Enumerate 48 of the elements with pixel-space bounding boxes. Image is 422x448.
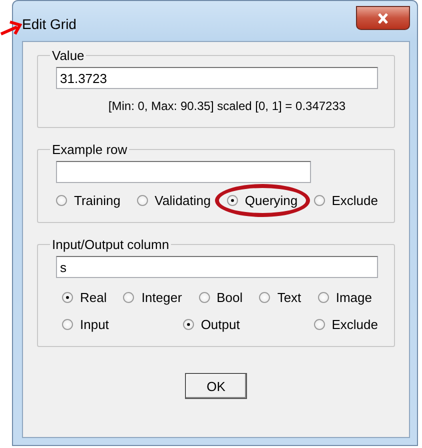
group-title: Value bbox=[51, 48, 86, 63]
radio-option[interactable]: Real bbox=[62, 290, 107, 305]
radio-label: Input bbox=[80, 317, 109, 332]
radio-label: Integer bbox=[141, 290, 182, 305]
ok-button[interactable]: OK bbox=[185, 373, 247, 399]
value-field[interactable]: 31.3723 bbox=[56, 67, 378, 89]
radio-option[interactable]: Integer bbox=[123, 290, 182, 305]
radio-button[interactable] bbox=[182, 319, 194, 330]
close-icon bbox=[377, 12, 389, 24]
radio-option[interactable]: Output bbox=[182, 317, 240, 332]
radio-label: Output bbox=[200, 317, 240, 332]
group-title: Input/Output column bbox=[51, 237, 170, 252]
window-title: Edit Grid bbox=[22, 15, 76, 32]
radio-button[interactable] bbox=[56, 195, 67, 206]
radio-label: Exclude bbox=[332, 317, 378, 332]
radio-label: Exclude bbox=[332, 193, 378, 208]
radio-button[interactable] bbox=[259, 292, 270, 303]
column-name-field[interactable]: s bbox=[56, 256, 378, 278]
radio-label: Real bbox=[80, 290, 107, 305]
radio-button[interactable] bbox=[314, 195, 325, 206]
radio-option[interactable]: Bool bbox=[198, 290, 243, 305]
radio-button[interactable] bbox=[314, 319, 325, 330]
radio-button[interactable] bbox=[123, 292, 134, 303]
radio-option[interactable]: Validating bbox=[136, 193, 211, 208]
range-info: [Min: 0, Max: 90.35] scaled [0, 1] = 0.347233 bbox=[107, 99, 347, 113]
radio-label: Bool bbox=[216, 290, 243, 305]
radio-option[interactable]: Text bbox=[259, 290, 302, 305]
radio-option[interactable]: Image bbox=[318, 290, 372, 305]
radio-button[interactable] bbox=[198, 292, 210, 303]
radio-label: Querying bbox=[244, 193, 298, 208]
radio-option[interactable]: Exclude bbox=[314, 317, 378, 332]
radio-option[interactable]: Training bbox=[56, 193, 120, 208]
radio-label: Text bbox=[277, 290, 302, 305]
radio-label: Validating bbox=[154, 193, 211, 208]
radio-label: Image bbox=[336, 290, 372, 305]
radio-button[interactable] bbox=[226, 195, 238, 206]
radio-button[interactable] bbox=[62, 319, 73, 330]
group-title: Example row bbox=[51, 142, 128, 157]
radio-label: Training bbox=[74, 193, 120, 208]
radio-button[interactable] bbox=[136, 195, 148, 206]
example-row-field[interactable] bbox=[56, 161, 311, 183]
radio-option[interactable]: Querying bbox=[226, 193, 298, 208]
close-button[interactable] bbox=[356, 6, 410, 30]
radio-button[interactable] bbox=[318, 292, 329, 303]
radio-option[interactable]: Exclude bbox=[314, 193, 378, 208]
radio-option[interactable]: Input bbox=[62, 317, 109, 332]
pointer-arrow-icon bbox=[0, 18, 22, 38]
radio-button[interactable] bbox=[62, 292, 73, 303]
